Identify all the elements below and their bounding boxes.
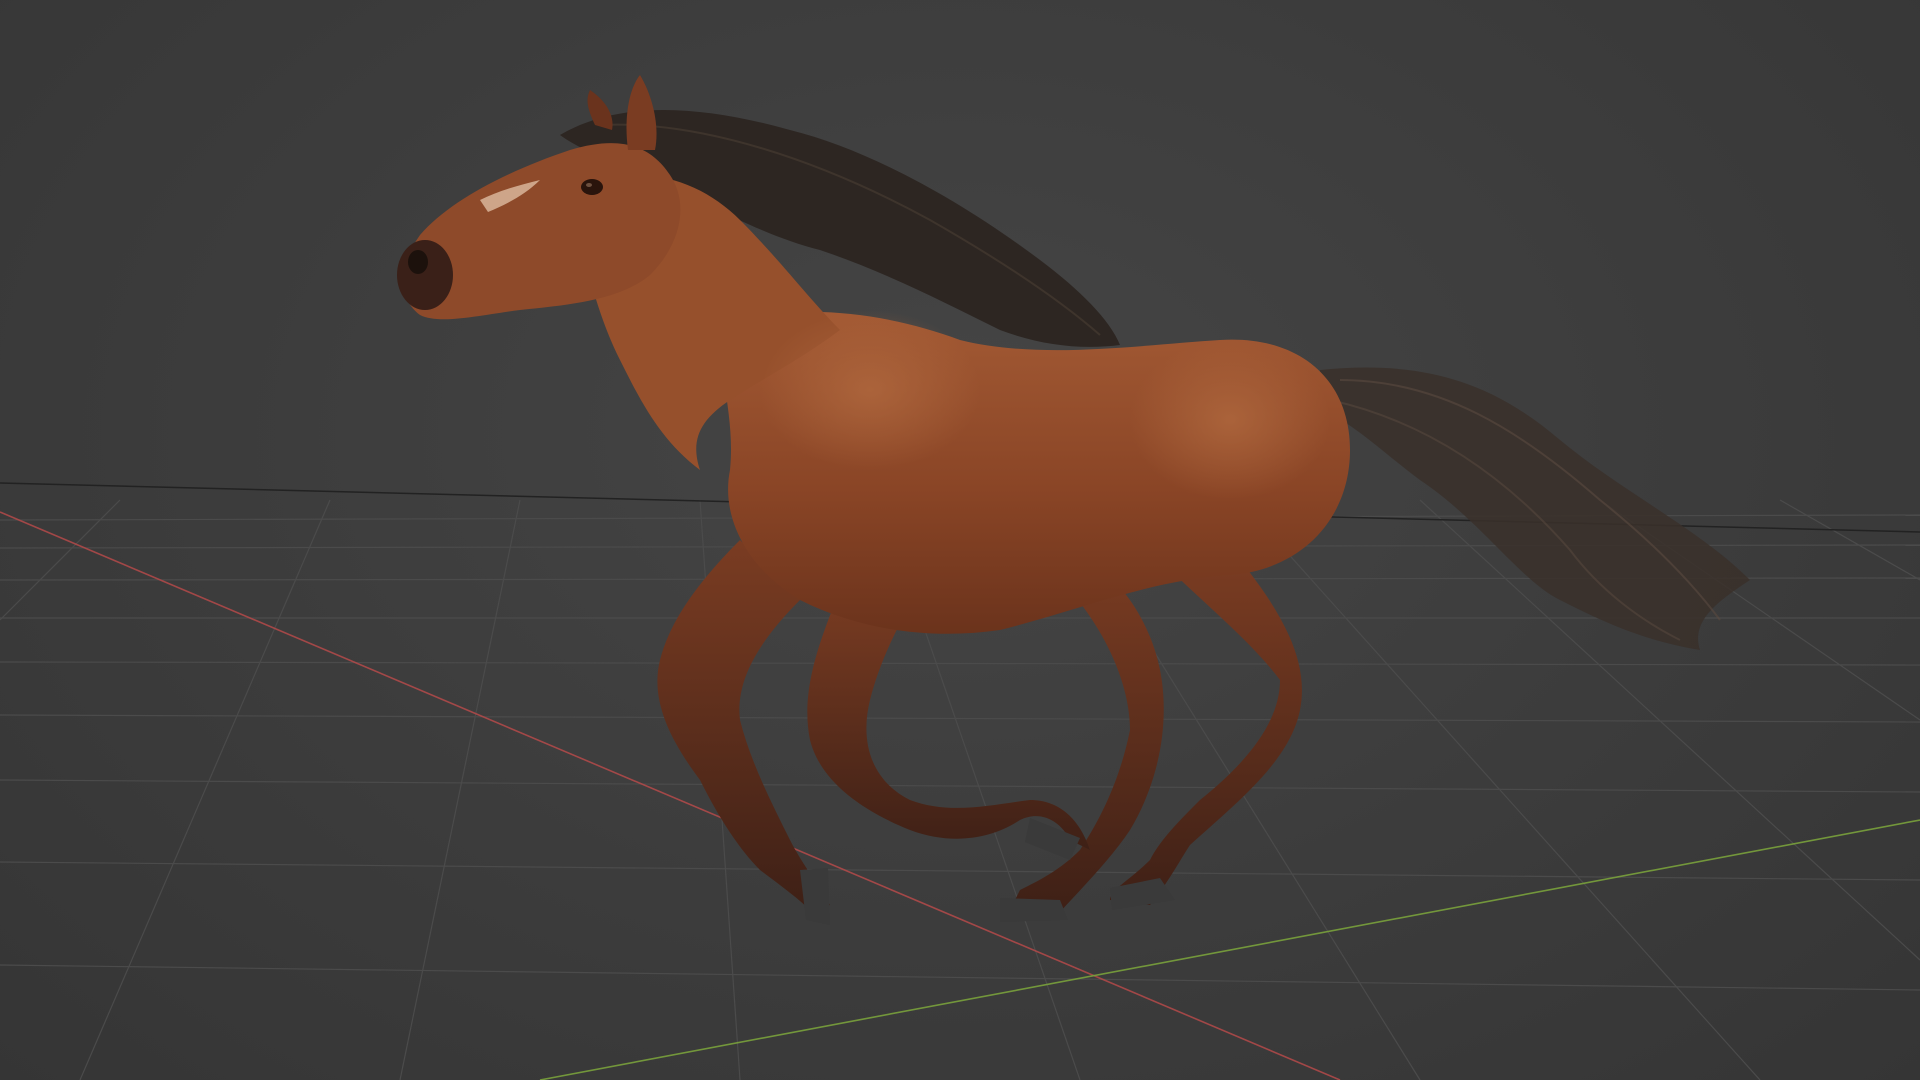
- horse-ear-near: [626, 75, 657, 150]
- hip-highlight: [1130, 340, 1330, 500]
- horse-hoof-hind-near: [1000, 898, 1068, 922]
- 3d-viewport[interactable]: [0, 0, 1920, 1080]
- horse-nostril: [408, 250, 428, 274]
- shoulder-highlight: [760, 310, 980, 470]
- horse-eye: [581, 179, 603, 195]
- horse-tail: [1320, 367, 1750, 650]
- horse-hoof-fore-far: [800, 868, 830, 925]
- horse-muzzle: [397, 240, 453, 310]
- viewport-scene[interactable]: [0, 0, 1920, 1080]
- y-axis-line: [539, 819, 1920, 1080]
- horse-model[interactable]: [397, 75, 1750, 925]
